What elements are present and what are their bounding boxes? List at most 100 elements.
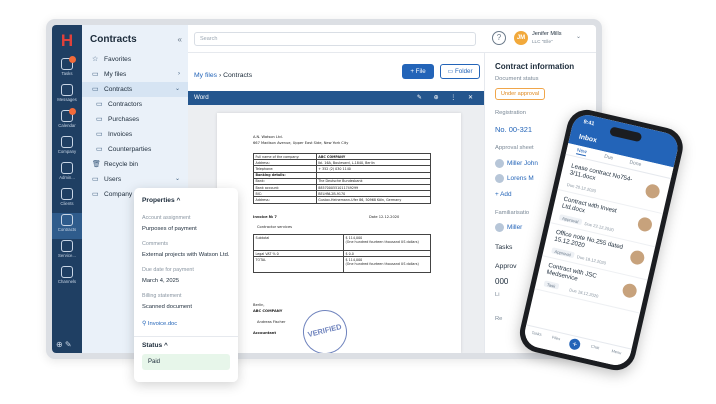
- add-file-button[interactable]: + File: [402, 64, 434, 79]
- billing-statement-label: Billing statement: [142, 293, 182, 299]
- breadcrumb-separator: ›: [218, 72, 222, 79]
- service-icon: [61, 240, 73, 252]
- properties-title[interactable]: Properties ^: [142, 197, 180, 204]
- nav-tasks[interactable]: Tasks: [528, 329, 545, 337]
- attachment-link[interactable]: ⚲ Invoice.doc: [142, 321, 177, 327]
- item-due: Due 18.12.2020: [568, 287, 599, 299]
- viewer-actions-icon[interactable]: ✎ ⊕ ⋮ ✕: [417, 91, 478, 105]
- folder-button-label: Folder: [455, 68, 473, 75]
- tab-new[interactable]: New: [575, 147, 588, 157]
- sidebar-item-label: My files: [104, 71, 127, 78]
- nav-chat[interactable]: Chat: [587, 343, 604, 351]
- item-tag: Approval: [551, 247, 575, 259]
- item-due: Due 22.12.2020: [584, 220, 615, 233]
- doc-sign-city: Berlin,: [253, 303, 265, 307]
- avatar[interactable]: JM: [514, 31, 528, 45]
- table-cell: TOTAL: [253, 256, 344, 274]
- doc-sign-role: Accountant: [253, 331, 277, 335]
- divider: [134, 336, 238, 337]
- status-paid-badge[interactable]: Paid: [142, 354, 230, 370]
- rail-label: Calendar: [58, 123, 76, 128]
- rail-item-tasks[interactable]: Tasks: [52, 56, 82, 83]
- help-icon[interactable]: ?: [492, 31, 506, 45]
- table-cell: Subtotal: [253, 234, 344, 251]
- rail-item-clients[interactable]: Clients: [52, 187, 82, 213]
- status-title[interactable]: Status ^: [142, 342, 168, 349]
- sidebar-item-label: Counterparties: [108, 146, 152, 153]
- tab-due[interactable]: Due: [604, 154, 614, 162]
- folder-icon: ▭: [447, 68, 456, 75]
- phone-frame: 9:41 Inbox New Due Done Lease contract N…: [515, 105, 687, 375]
- rail-footer[interactable]: ⊕ ✎: [56, 340, 72, 349]
- properties-title-label: Properties: [142, 197, 175, 204]
- folder-icon: ▭: [92, 176, 99, 183]
- top-bar: Search ? JM Jenifer Mills LLC "Elle" ⌄: [188, 25, 596, 53]
- avatar: [495, 159, 504, 168]
- document-status-label: Document status: [495, 76, 539, 82]
- totals-table: Subtotal $ 114,000 (One hundred fourteen …: [253, 234, 431, 274]
- breadcrumb: My files › Contracts: [194, 72, 252, 79]
- collapse-sidebar-icon[interactable]: «: [178, 35, 182, 44]
- chevron-up-icon: ^: [176, 197, 181, 204]
- doc-invoice-date: Date 12.12.2020: [369, 215, 400, 219]
- sidebar-item-label: Favorites: [104, 56, 132, 63]
- doc-sign-company: ABC COMPANY: [253, 309, 283, 313]
- rail-label: Tasks: [61, 71, 73, 76]
- search-input[interactable]: Search: [194, 32, 476, 46]
- sidebar-item-invoices[interactable]: ▭ Invoices: [82, 127, 188, 142]
- attachment-name: Invoice.doc: [147, 321, 178, 327]
- sidebar-title: Contracts: [90, 34, 137, 45]
- breadcrumb-my-files[interactable]: My files: [194, 72, 217, 79]
- folder-icon: ▭: [96, 146, 103, 153]
- channels-icon: [61, 266, 73, 278]
- sidebar-item-purchases[interactable]: ▭ Purchases: [82, 112, 188, 127]
- rail-item-calendar[interactable]: Calendar: [52, 108, 82, 135]
- sidebar-item-my-files[interactable]: ▭ My files ›: [82, 67, 188, 82]
- rail-item-service[interactable]: Service...: [52, 239, 82, 265]
- viewer-title: Word: [194, 94, 209, 101]
- sidebar-item-label: Contractors: [108, 101, 143, 108]
- rail-item-channels[interactable]: Channels: [52, 265, 82, 291]
- status-badge[interactable]: Under approval: [495, 88, 545, 100]
- chevron-right-icon: ›: [178, 71, 180, 77]
- avatar: [621, 282, 639, 300]
- sidebar-item-contracts[interactable]: ▭ Contracts ⌄: [82, 82, 188, 97]
- rail-item-company[interactable]: Company: [52, 135, 82, 161]
- billing-statement-value: Scanned document: [142, 304, 192, 310]
- rail-item-messages[interactable]: Messages: [52, 83, 82, 109]
- sidebar-item-contractors[interactable]: ▭ Contractors: [82, 97, 188, 112]
- sidebar-item-counterparties[interactable]: ▭ Counterparties: [82, 142, 188, 157]
- rail-item-contracts[interactable]: Contracts: [52, 213, 82, 239]
- item-due: Due 20.12.2020: [566, 181, 597, 194]
- user-name[interactable]: Jenifer Mills: [532, 31, 562, 37]
- chevron-down-icon[interactable]: ⌄: [576, 33, 581, 40]
- sidebar-item-label: Users: [104, 176, 122, 183]
- due-date-label: Due date for payment: [142, 267, 194, 273]
- table-cell: $ 114,000 (One hundred fourteen thousand…: [343, 234, 431, 251]
- verified-stamp: VERIFIED: [298, 305, 352, 353]
- folder-icon: ▭: [96, 116, 103, 123]
- chevron-down-icon: ⌄: [174, 86, 180, 92]
- sidebar-item-label: Contracts: [104, 86, 133, 93]
- sidebar-item-label: Purchases: [108, 116, 140, 123]
- properties-card: Properties ^ Account assignment Purposes…: [134, 188, 238, 382]
- doc-services: Contractor services: [257, 225, 293, 229]
- document-page: A.N. Watson Ltd. 667 Madison Avenue, Upp…: [217, 113, 461, 353]
- messages-icon: [61, 84, 73, 96]
- app-rail: H Tasks Messages Calendar Company Admin.…: [52, 25, 82, 353]
- app-logo[interactable]: H: [57, 31, 77, 51]
- nav-menu[interactable]: Menu: [608, 348, 625, 356]
- sidebar-item-recycle-bin[interactable]: 🗑 Recycle bin: [82, 157, 188, 172]
- add-button[interactable]: +: [568, 337, 582, 351]
- rail-label: Channels: [57, 279, 77, 284]
- rail-label: Service...: [58, 253, 76, 258]
- due-date-value: March 4, 2025: [142, 278, 180, 284]
- add-folder-button[interactable]: ▭ Folder: [440, 64, 480, 79]
- company-icon: [61, 136, 73, 148]
- nav-files[interactable]: Files: [548, 334, 565, 342]
- contracts-icon: [61, 214, 73, 226]
- sidebar-item-users[interactable]: ▭ Users ⌄: [82, 172, 188, 187]
- sidebar-item-favorites[interactable]: ☆ Favorites: [82, 52, 188, 67]
- rail-item-admin[interactable]: Admin...: [52, 161, 82, 187]
- tab-done[interactable]: Done: [629, 159, 642, 168]
